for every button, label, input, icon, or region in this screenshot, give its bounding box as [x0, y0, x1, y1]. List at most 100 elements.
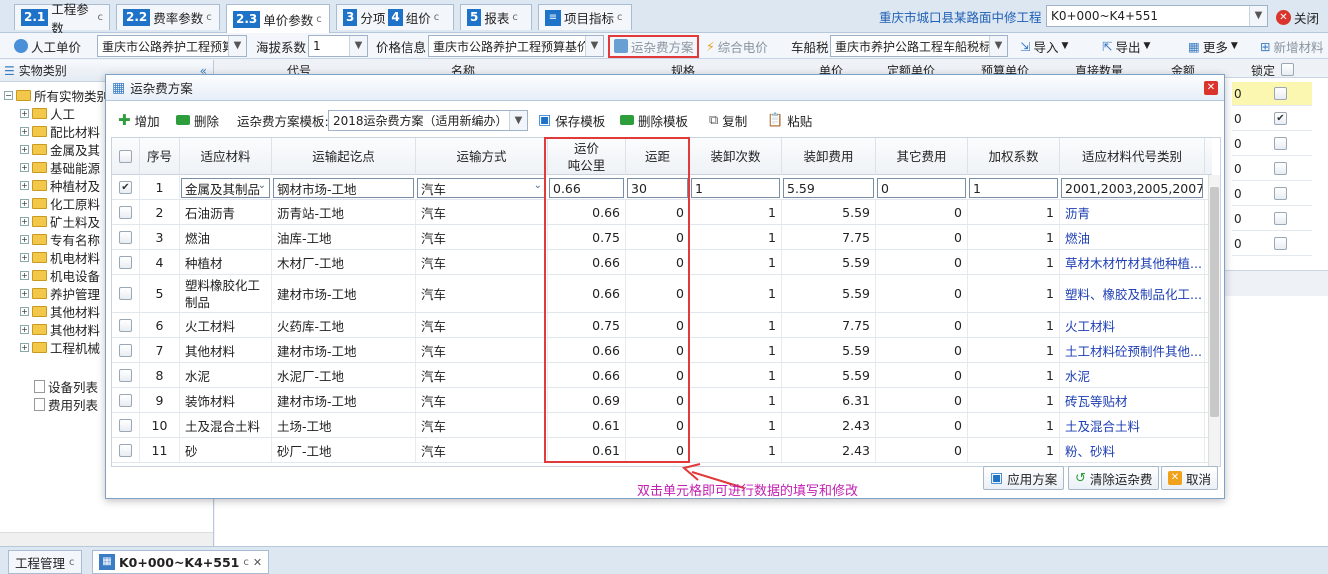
refresh-icon[interactable]: c	[512, 12, 518, 23]
column-header[interactable]: 适应材料代号类别	[1060, 138, 1205, 175]
cell-codes[interactable]: 塑料、橡胶及制品化工...	[1060, 275, 1205, 312]
tab-engineering-params[interactable]: 2.1 工程参数 c	[14, 2, 110, 36]
tree-item[interactable]: + 人工	[20, 104, 75, 122]
tab-segment[interactable]: ▦ K0+000~K4+551 c ✕	[92, 550, 270, 574]
tree-item[interactable]: + 专有名称	[20, 230, 100, 248]
cell-material[interactable]: 砂	[180, 438, 272, 462]
cell-material[interactable]: 石油沥青	[180, 200, 272, 224]
cell-input[interactable]: 1	[691, 178, 780, 198]
expand-toggle-icon[interactable]: +	[20, 252, 29, 262]
row-checkbox[interactable]	[119, 205, 132, 219]
cell-no[interactable]: 6	[140, 313, 180, 337]
row-checkbox[interactable]	[119, 343, 132, 357]
cell-codes[interactable]: 沥青	[1060, 200, 1205, 224]
cell-fee[interactable]: 5.59	[782, 338, 876, 362]
cell-weight[interactable]: 1	[968, 313, 1060, 337]
template-select[interactable]: 2018运杂费方案（适用新编办） ▼	[328, 110, 528, 131]
cell-route[interactable]: 水泥厂-工地	[272, 363, 416, 387]
tab-project-indicators[interactable]: ≡ 项目指标 c	[538, 4, 632, 30]
close-icon[interactable]: ✕	[253, 556, 262, 569]
cell-material[interactable]: 装饰材料	[180, 388, 272, 412]
cell-mode[interactable]: 汽车	[416, 275, 548, 312]
row-checkbox[interactable]	[119, 318, 132, 332]
cell-other[interactable]: 0	[876, 438, 968, 462]
cell-input[interactable]: 2001,2003,2005,2007,2009	[1061, 178, 1203, 198]
cell-no[interactable]: 1	[140, 175, 180, 199]
cell-route[interactable]: 建材市场-工地	[272, 338, 416, 362]
expand-toggle-icon[interactable]: +	[20, 216, 29, 226]
tab-unit-price-params[interactable]: 2.3 单价参数 c	[226, 4, 330, 33]
refresh-icon[interactable]: c	[69, 557, 75, 568]
row-checkbox[interactable]	[119, 287, 132, 300]
refresh-icon[interactable]: c	[617, 12, 623, 23]
expand-toggle-icon[interactable]: +	[20, 162, 29, 172]
cell-material[interactable]: 土及混合土料	[180, 413, 272, 437]
refresh-icon[interactable]: c	[206, 12, 212, 23]
tab-reports[interactable]: 5 报表 c	[460, 4, 532, 30]
cell-input[interactable]: 0	[877, 178, 966, 198]
cell-times[interactable]: 1	[690, 388, 782, 412]
cell-material[interactable]: 其他材料	[180, 338, 272, 362]
clear-freight-button[interactable]: ↺ 清除运杂费	[1068, 466, 1160, 490]
close-button[interactable]: ✕ 关闭	[1276, 8, 1319, 27]
cell-fee[interactable]: 5.59	[782, 200, 876, 224]
expand-toggle-icon[interactable]: +	[20, 126, 29, 136]
apply-plan-button[interactable]: ▣ 应用方案	[983, 466, 1065, 490]
tab-rate-params[interactable]: 2.2 费率参数 c	[116, 4, 220, 30]
cell-codes[interactable]: 砖瓦等贴材	[1060, 388, 1205, 412]
tree-root[interactable]: − 所有实物类别	[4, 86, 109, 104]
cell-no[interactable]: 7	[140, 338, 180, 362]
row-checkbox[interactable]: ✔	[119, 180, 132, 194]
expand-toggle-icon[interactable]: +	[20, 180, 29, 190]
tab-items-pricing[interactable]: 3 分项 4 组价 c	[336, 4, 454, 30]
cell-route[interactable]: 建材市场-工地	[272, 388, 416, 412]
select-all-checkbox[interactable]	[119, 150, 132, 163]
cell-times[interactable]: 1	[690, 275, 782, 312]
cell-mode[interactable]: 汽车	[416, 313, 548, 337]
cell-times[interactable]: 1	[690, 363, 782, 387]
vertical-scrollbar[interactable]	[1208, 175, 1220, 466]
cell-weight[interactable]: 1	[968, 413, 1060, 437]
refresh-icon[interactable]: c	[98, 12, 104, 23]
cell-weight[interactable]: 1	[968, 250, 1060, 274]
cell-fee[interactable]: 6.31	[782, 388, 876, 412]
labor-price-button[interactable]: 人工单价	[14, 33, 81, 59]
table-row[interactable]: 0 ✔	[1232, 107, 1312, 131]
lock-checkbox[interactable]	[1274, 212, 1287, 225]
cell-weight[interactable]: 1	[968, 388, 1060, 412]
cell-codes[interactable]: 粉、砂料	[1060, 438, 1205, 462]
table-row[interactable]: 0	[1232, 182, 1312, 206]
cell-other[interactable]: 0	[876, 200, 968, 224]
refresh-icon[interactable]: c	[316, 14, 322, 25]
tree-item[interactable]: + 种植材及	[20, 176, 100, 194]
lock-checkbox[interactable]	[1274, 162, 1287, 175]
expand-toggle-icon[interactable]: +	[20, 144, 29, 154]
cell-fee[interactable]: 2.43	[782, 438, 876, 462]
row-checkbox[interactable]	[119, 230, 132, 244]
cell-no[interactable]: 2	[140, 200, 180, 224]
vessel-tax-select[interactable]: 重庆市养护公路工程车船税标 ▼	[830, 35, 1008, 57]
cell-codes[interactable]: 土及混合土料	[1060, 413, 1205, 437]
cell-no[interactable]: 4	[140, 250, 180, 274]
cell-route[interactable]: 沥青站-工地	[272, 200, 416, 224]
column-header[interactable]: 运输方式	[416, 138, 548, 175]
expand-toggle-icon[interactable]: +	[20, 324, 29, 334]
tree-item[interactable]: + 化工原料	[20, 194, 100, 212]
expand-toggle-icon[interactable]: +	[20, 270, 29, 280]
copy-button[interactable]: ⧉ 复制	[709, 110, 747, 130]
cell-fee[interactable]: 7.75	[782, 225, 876, 249]
lock-all-checkbox[interactable]	[1281, 63, 1294, 76]
cell-times[interactable]: 1	[690, 250, 782, 274]
cell-weight[interactable]: 1	[968, 275, 1060, 312]
import-button[interactable]: ⇲ 导入 ▼	[1020, 33, 1068, 59]
cell-weight[interactable]: 1	[968, 438, 1060, 462]
cell-other[interactable]: 0	[876, 363, 968, 387]
price-info-select[interactable]: 重庆市公路养护工程预算基价 ▼	[428, 35, 604, 57]
cell-fee[interactable]: 7.75	[782, 313, 876, 337]
table-row[interactable]: 0	[1232, 232, 1312, 256]
cell-other[interactable]: 0	[876, 338, 968, 362]
cell-mode[interactable]: 汽车	[416, 250, 548, 274]
table-row[interactable]: 0	[1232, 82, 1312, 106]
cell-material[interactable]: 火工材料	[180, 313, 272, 337]
cancel-button[interactable]: ✕ 取消	[1161, 466, 1219, 490]
